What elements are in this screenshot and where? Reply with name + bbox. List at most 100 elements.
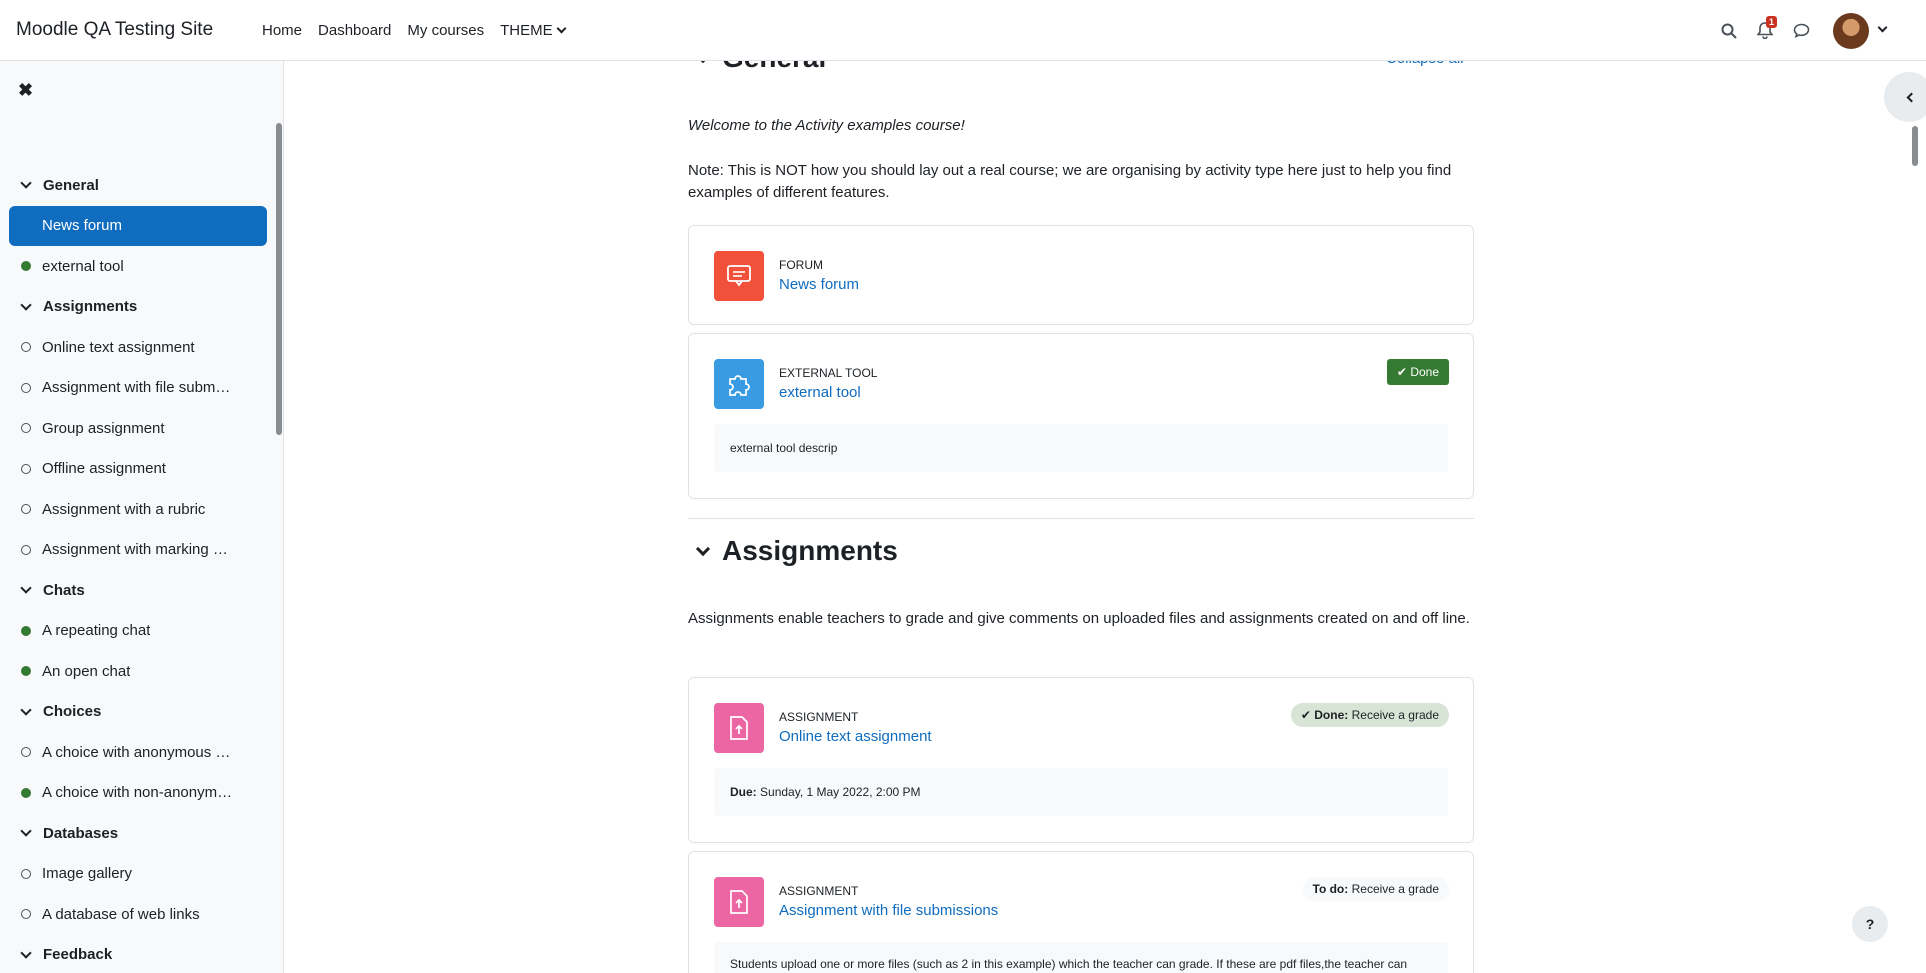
course-index-label: News forum xyxy=(42,217,123,235)
chevron-down-icon[interactable] xyxy=(20,947,32,959)
course-index-item[interactable]: external tool xyxy=(9,246,267,287)
activity-card-file-submission-assignment: ASSIGNMENT Assignment with file submissi… xyxy=(688,851,1474,973)
chevron-down-icon[interactable] xyxy=(20,177,32,189)
course-note-text: Note: This is NOT how you should lay out… xyxy=(688,162,1452,201)
course-index-section[interactable]: Choices xyxy=(9,692,267,733)
section-title: Assignments xyxy=(722,535,898,566)
nav-my-courses[interactable]: My courses xyxy=(407,22,484,39)
course-index-item[interactable]: Assignment with a rubric xyxy=(9,489,267,530)
course-index-item[interactable]: Offline assignment xyxy=(9,449,267,490)
course-index-label: Databases xyxy=(43,824,119,842)
activity-card-external-tool: EXTERNAL TOOL external tool ✔ Done exter… xyxy=(688,333,1474,499)
activity-link-file-submission-assignment[interactable]: Assignment with file submissions xyxy=(779,902,998,919)
question-mark-icon: ? xyxy=(1865,916,1875,932)
notification-count-badge: 1 xyxy=(1765,15,1777,28)
completion-done-icon xyxy=(21,666,31,677)
completion-done-icon xyxy=(21,261,31,272)
course-index-section[interactable]: Databases xyxy=(9,813,267,854)
completion-todo-icon xyxy=(21,423,31,434)
course-index-item[interactable]: An open chat xyxy=(9,651,267,692)
completion-todo-icon xyxy=(21,909,31,920)
course-index-item[interactable]: A choice with anonymous … xyxy=(9,732,267,773)
drawer-scrollbar[interactable] xyxy=(276,123,282,435)
section-summary: Assignments enable teachers to grade and… xyxy=(688,610,1470,627)
chevron-down-icon[interactable] xyxy=(20,582,32,594)
course-index-item[interactable]: Image gallery xyxy=(9,854,267,895)
course-index-item[interactable]: Assignment with marking … xyxy=(9,530,267,571)
course-index-section[interactable]: Chats xyxy=(9,570,267,611)
nav-theme-menu[interactable]: THEME xyxy=(500,22,567,39)
activity-dates: Due: Sunday, 1 May 2022, 2:00 PM xyxy=(714,768,1448,816)
help-button[interactable]: ? xyxy=(1852,906,1888,942)
course-index-section[interactable]: Feedback xyxy=(9,935,267,973)
chevron-down-icon[interactable] xyxy=(1877,22,1888,33)
activity-link-external-tool[interactable]: external tool xyxy=(779,384,861,401)
course-index-label: A repeating chat xyxy=(42,622,151,640)
course-index-label: Offline assignment xyxy=(42,460,166,478)
chat-bubble-icon xyxy=(1793,23,1809,38)
activity-type-label: ASSIGNMENT xyxy=(779,884,859,898)
due-label: Due: xyxy=(730,785,757,799)
mark-done-button[interactable]: ✔ Done xyxy=(1386,359,1449,385)
course-index-section[interactable]: Assignments xyxy=(9,287,267,328)
course-index-label: A choice with anonymous … xyxy=(42,743,231,761)
messages-button[interactable] xyxy=(1783,13,1819,49)
primary-nav: Home Dashboard My courses THEME xyxy=(246,22,567,39)
top-navbar: Moodle QA Testing Site Home Dashboard My… xyxy=(0,0,1926,61)
course-index-label: General xyxy=(43,176,99,194)
course-index-item[interactable]: Group assignment xyxy=(9,408,267,449)
done-button-label: Done xyxy=(1410,365,1439,379)
course-index-label: Assignment with a rubric xyxy=(42,500,206,518)
course-index-label: A database of web links xyxy=(42,905,200,923)
activity-link-news-forum[interactable]: News forum xyxy=(779,276,859,293)
user-avatar[interactable] xyxy=(1833,12,1869,49)
open-block-drawer-button[interactable] xyxy=(1884,72,1926,122)
activity-type-label: ASSIGNMENT xyxy=(779,710,859,724)
close-drawer-button[interactable]: ✖ xyxy=(18,80,33,101)
user-nav: 1 xyxy=(1711,0,1888,61)
completion-todo-icon xyxy=(21,463,31,474)
course-index-item[interactable]: Online text assignment xyxy=(9,327,267,368)
nav-home[interactable]: Home xyxy=(262,22,302,39)
course-index-label: Assignment with marking … xyxy=(42,541,228,559)
close-icon: ✖ xyxy=(18,80,34,100)
course-index-label: Feedback xyxy=(43,946,113,964)
notifications-button[interactable]: 1 xyxy=(1747,13,1783,49)
course-index-item[interactable]: A database of web links xyxy=(9,894,267,935)
activity-description: Students upload one or more files (such … xyxy=(714,942,1448,973)
course-index-drawer: ✖ General News forum external tool Assignme… xyxy=(0,61,284,973)
activity-type-label: FORUM xyxy=(779,258,823,272)
course-index-label: Assignments xyxy=(43,298,138,316)
status-text: Receive a grade xyxy=(1351,882,1439,896)
course-index-section[interactable]: General xyxy=(9,165,267,206)
chevron-down-icon[interactable] xyxy=(20,825,32,837)
course-index-item[interactable]: Assignment with file subm… xyxy=(9,368,267,409)
completion-status-badge: ✔ Done: Receive a grade xyxy=(1290,703,1449,727)
chevron-down-icon xyxy=(556,23,567,33)
course-index-item[interactable]: A choice with non-anonym… xyxy=(9,773,267,814)
course-index-item[interactable]: News forum xyxy=(9,205,267,246)
completion-todo-icon xyxy=(21,544,31,555)
section-divider xyxy=(688,518,1474,519)
course-welcome-text: Welcome to the Activity examples course! xyxy=(688,117,965,134)
course-index-label: Group assignment xyxy=(42,419,165,437)
page-scrollbar[interactable] xyxy=(1912,126,1918,166)
assignment-icon xyxy=(714,703,764,753)
search-icon xyxy=(1721,23,1737,39)
status-label: Done: xyxy=(1314,708,1349,722)
section-header-assignments[interactable]: Assignments xyxy=(688,535,898,567)
chevron-down-icon[interactable] xyxy=(20,299,32,311)
activity-link-online-text-assignment[interactable]: Online text assignment xyxy=(779,728,932,745)
course-index-label: An open chat xyxy=(42,662,131,680)
course-index-label: Choices xyxy=(43,703,102,721)
chevron-down-icon[interactable] xyxy=(20,704,32,716)
course-index-label: external tool xyxy=(42,257,124,275)
nav-dashboard[interactable]: Dashboard xyxy=(318,22,391,39)
site-brand[interactable]: Moodle QA Testing Site xyxy=(16,19,246,41)
course-index-item[interactable]: A repeating chat xyxy=(9,611,267,652)
activity-card-forum: FORUM News forum xyxy=(688,225,1474,325)
search-button[interactable] xyxy=(1711,13,1747,49)
completion-todo-icon xyxy=(21,747,31,758)
course-index-label: A choice with non-anonym… xyxy=(42,784,233,802)
assignment-icon xyxy=(714,877,764,927)
